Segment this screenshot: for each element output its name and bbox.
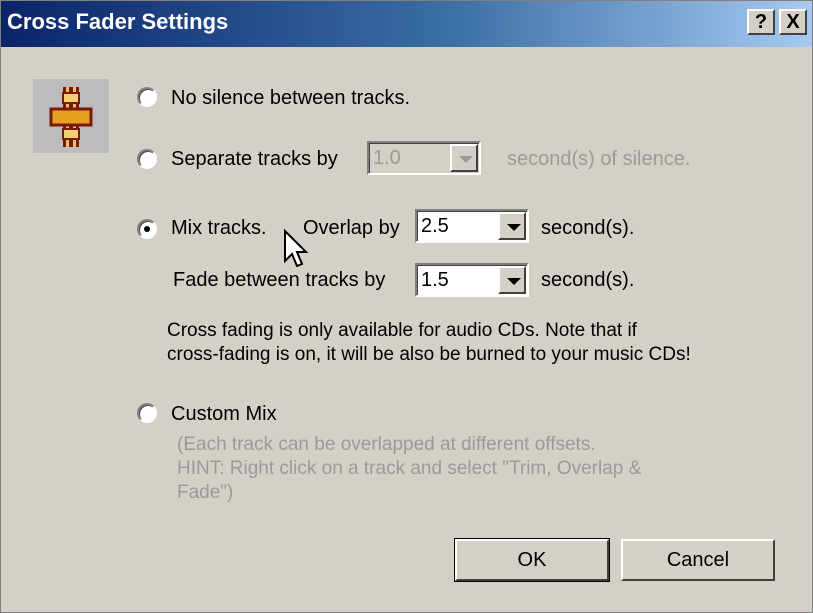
separate-seconds-select: 1.0 bbox=[367, 141, 481, 175]
separate-suffix-label: second(s) of silence. bbox=[507, 148, 691, 170]
crossfade-note: Cross fading is only available for audio… bbox=[167, 319, 691, 367]
window-title: Cross Fader Settings bbox=[7, 9, 229, 34]
chevron-down-icon bbox=[450, 144, 478, 172]
crossfader-app-icon bbox=[33, 79, 109, 153]
fade-seconds-select[interactable]: 1.5 bbox=[415, 263, 529, 297]
ok-button[interactable]: OK bbox=[454, 538, 610, 582]
chevron-down-icon[interactable] bbox=[498, 212, 526, 240]
overlap-suffix-label: second(s). bbox=[541, 217, 635, 239]
mouse-pointer-icon bbox=[284, 229, 309, 268]
overlap-label: Overlap by bbox=[303, 217, 400, 239]
cross-fader-dialog: Cross Fader Settings ? X No silence betw… bbox=[0, 0, 813, 613]
custom-mix-radio[interactable] bbox=[137, 403, 157, 423]
title-bar[interactable]: Cross Fader Settings ? X bbox=[1, 1, 812, 47]
no-silence-radio[interactable] bbox=[137, 87, 157, 107]
close-button[interactable]: X bbox=[779, 9, 807, 35]
cancel-button[interactable]: Cancel bbox=[621, 539, 775, 581]
fade-suffix-label: second(s). bbox=[541, 269, 635, 291]
separate-tracks-radio[interactable] bbox=[137, 149, 157, 169]
overlap-seconds-select[interactable]: 2.5 bbox=[415, 209, 529, 243]
overlap-seconds-value: 2.5 bbox=[421, 215, 449, 237]
help-button[interactable]: ? bbox=[747, 9, 775, 35]
crossfade-note-line-2: cross-fading is on, it will be also be b… bbox=[167, 344, 691, 365]
fade-label: Fade between tracks by bbox=[173, 269, 386, 291]
hint-line-1: (Each track can be overlapped at differe… bbox=[177, 434, 596, 455]
radio-selected-dot bbox=[144, 226, 150, 232]
no-silence-label[interactable]: No silence between tracks. bbox=[171, 87, 410, 110]
hint-line-3: Fade") bbox=[177, 482, 234, 503]
crossfade-note-line-1: Cross fading is only available for audio… bbox=[167, 320, 637, 341]
separate-seconds-value: 1.0 bbox=[373, 147, 401, 169]
separate-tracks-label[interactable]: Separate tracks by bbox=[171, 148, 338, 171]
mix-tracks-label[interactable]: Mix tracks. bbox=[171, 217, 267, 240]
custom-mix-hint: (Each track can be overlapped at differe… bbox=[177, 433, 641, 505]
hint-line-2: HINT: Right click on a track and select … bbox=[177, 458, 642, 479]
chevron-down-icon[interactable] bbox=[498, 266, 526, 294]
fade-seconds-value: 1.5 bbox=[421, 269, 449, 291]
mix-tracks-radio[interactable] bbox=[137, 219, 157, 239]
custom-mix-label[interactable]: Custom Mix bbox=[171, 403, 277, 426]
